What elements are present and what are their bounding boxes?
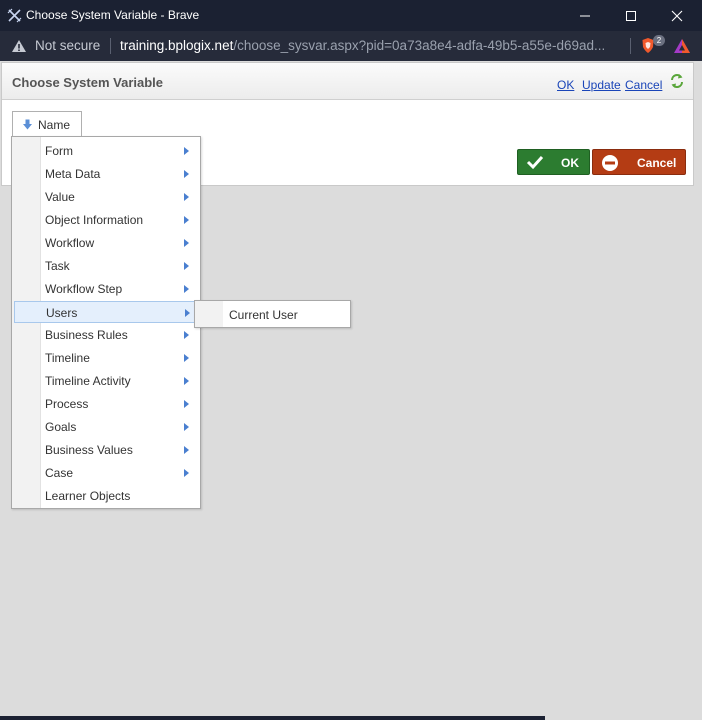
window-title: Choose System Variable - Brave [26, 8, 200, 22]
close-icon [671, 10, 683, 22]
minus-circle-icon [602, 155, 618, 171]
maximize-icon [626, 11, 636, 21]
address-bar: Not secure training.bplogix.net/choose_s… [0, 31, 702, 61]
divider [110, 38, 111, 54]
chevron-right-icon [184, 262, 189, 270]
menu-item-label: Task [45, 259, 70, 273]
app-icon [7, 8, 22, 23]
menu-item-label: Case [45, 466, 74, 480]
menu-item-label: Goals [45, 420, 77, 434]
menu-item-label: Value [45, 190, 75, 204]
menu-item[interactable]: Goals [14, 416, 198, 438]
chevron-right-icon [184, 354, 189, 362]
menu-item[interactable]: Meta Data [14, 163, 198, 185]
name-tab[interactable]: Name [12, 111, 82, 136]
refresh-icon[interactable] [668, 72, 686, 90]
menu-item-label: Timeline Activity [45, 374, 131, 388]
close-window-button[interactable] [654, 0, 700, 31]
cancel-link[interactable]: Cancel [625, 78, 662, 92]
menu-item-label: Meta Data [45, 167, 101, 181]
menu-item-label: Business Rules [45, 328, 128, 342]
chevron-right-icon [184, 239, 189, 247]
checkmark-icon [526, 155, 544, 170]
menu-item[interactable]: Timeline [14, 347, 198, 369]
chevron-right-icon [184, 377, 189, 385]
menu-item[interactable]: Timeline Activity [14, 370, 198, 392]
menu-item-label: Process [45, 397, 89, 411]
maximize-button[interactable] [608, 0, 654, 31]
chevron-right-icon [184, 147, 189, 155]
menu-item-label: Users [46, 306, 78, 320]
cancel-button[interactable]: Cancel [592, 149, 686, 175]
system-variable-menu: Form Meta Data Value Object Information Work… [11, 136, 201, 509]
chevron-right-icon [184, 331, 189, 339]
ok-link[interactable]: OK [557, 78, 574, 92]
menu-item-label: Workflow Step [45, 282, 123, 296]
cancel-button-label: Cancel [637, 156, 677, 170]
warning-icon[interactable] [11, 39, 27, 53]
shields-count-badge: 2 [653, 35, 665, 46]
submenu-item-label: Current User [229, 308, 298, 322]
chevron-right-icon [185, 309, 190, 317]
menu-item[interactable]: Task [14, 255, 198, 277]
chevron-right-icon [184, 446, 189, 454]
chevron-right-icon [184, 170, 189, 178]
url-path: /choose_sysvar.aspx?pid=0a73a8e4-adfa-49… [233, 38, 606, 53]
ok-button[interactable]: OK [517, 149, 590, 175]
menu-item[interactable]: Object Information [14, 209, 198, 231]
panel-header: Choose System Variable OK Update Cancel [2, 63, 693, 100]
divider [630, 38, 631, 54]
menu-item[interactable]: Workflow [14, 232, 198, 254]
arrow-down-icon [23, 119, 32, 130]
not-secure-label[interactable]: Not secure [35, 38, 100, 53]
menu-item-label: Form [45, 144, 73, 158]
menu-item-label: Business Values [45, 443, 133, 457]
chevron-right-icon [184, 216, 189, 224]
ok-button-label: OK [561, 156, 579, 170]
menu-item[interactable]: Value [14, 186, 198, 208]
url-host: training.bplogix.net [120, 38, 234, 53]
chevron-right-icon [184, 423, 189, 431]
menu-item[interactable]: Form [14, 140, 198, 162]
chevron-right-icon [184, 285, 189, 293]
menu-item[interactable]: Business Values [14, 439, 198, 461]
menu-item[interactable]: Process [14, 393, 198, 415]
submenu-item[interactable]: Current User [196, 302, 349, 326]
menu-item-label: Timeline [45, 351, 90, 365]
menu-item[interactable]: Users [14, 301, 198, 323]
users-submenu: Current User [194, 300, 351, 328]
brave-rewards-icon[interactable] [673, 38, 691, 54]
panel-title: Choose System Variable [12, 75, 164, 90]
name-tab-label: Name [38, 118, 71, 132]
menu-item-label: Object Information [45, 213, 144, 227]
menu-item-label: Learner Objects [45, 489, 131, 503]
taskbar-edge [0, 716, 545, 720]
menu-item[interactable]: Business Rules [14, 324, 198, 346]
update-link[interactable]: Update [582, 78, 621, 92]
menu-item-label: Workflow [45, 236, 95, 250]
chevron-right-icon [184, 193, 189, 201]
chevron-right-icon [184, 400, 189, 408]
url-field[interactable]: training.bplogix.net/choose_sysvar.aspx?… [120, 38, 620, 53]
menu-item[interactable]: Case [14, 462, 198, 484]
window-titlebar: Choose System Variable - Brave [0, 0, 702, 31]
menu-item[interactable]: Learner Objects [14, 485, 198, 507]
chevron-right-icon [184, 469, 189, 477]
menu-item[interactable]: Workflow Step [14, 278, 198, 300]
minimize-button[interactable] [562, 0, 608, 31]
minimize-icon [580, 15, 590, 17]
